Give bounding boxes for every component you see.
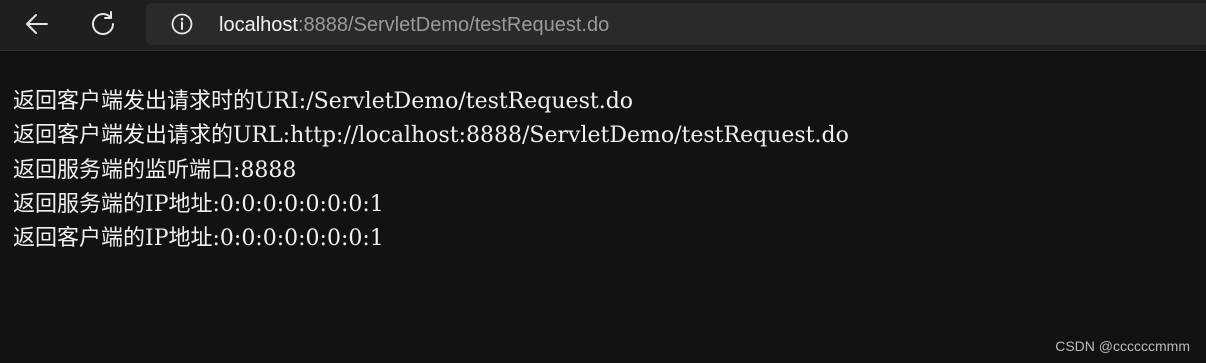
reload-icon [92,11,114,35]
page-content: 返回客户端发出请求时的URI:/ServletDemo/testRequest.… [13,85,849,256]
url-path: :8888/ServletDemo/testRequest.do [297,14,610,36]
url-host: localhost [219,14,298,36]
reload-button[interactable] [83,5,123,43]
request-url-line: 返回客户端发出请求的URL:http://localhost:8888/Serv… [13,123,849,149]
server-port-line: 返回服务端的监听端口:8888 [13,157,297,183]
request-uri-line: 返回客户端发出请求时的URI:/ServletDemo/testRequest.… [13,89,634,114]
watermark: CSDN @ccccccmmm [1055,338,1190,354]
client-ip-line: 返回客户端的IP地址:0:0:0:0:0:0:0:1 [13,226,384,252]
info-icon[interactable] [171,13,193,35]
browser-toolbar: localhost:8888/ServletDemo/testRequest.d… [0,0,1206,51]
back-arrow-icon [26,14,48,34]
back-button[interactable] [17,5,57,43]
url-text[interactable]: localhost:8888/ServletDemo/testRequest.d… [219,14,609,36]
server-ip-line: 返回服务端的IP地址:0:0:0:0:0:0:0:1 [13,191,384,217]
address-bar[interactable]: localhost:8888/ServletDemo/testRequest.d… [146,3,1206,45]
